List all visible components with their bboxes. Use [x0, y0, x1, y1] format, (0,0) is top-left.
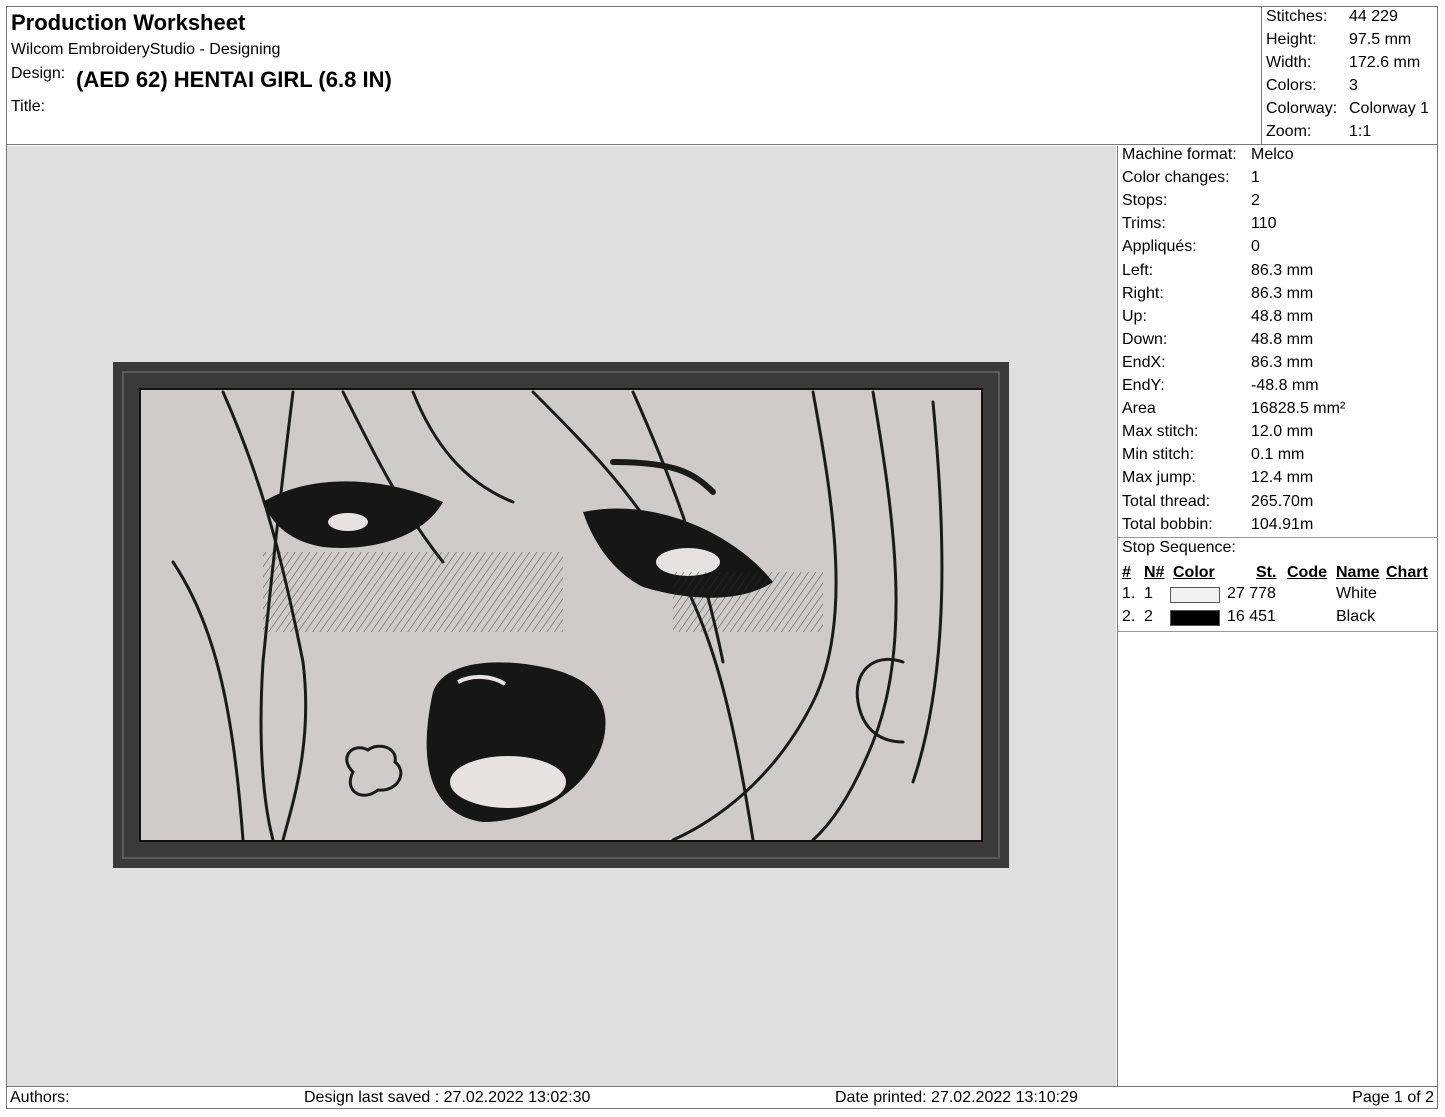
col-header-num: #: [1122, 564, 1131, 581]
detail-label: Up:: [1122, 307, 1147, 325]
stop-row-num: 2.: [1122, 608, 1136, 625]
detail-label: Total thread:: [1122, 492, 1211, 510]
detail-value: -48.8 mm: [1251, 377, 1319, 394]
detail-value: 0: [1251, 238, 1260, 256]
stat-label: Colors:: [1266, 77, 1317, 94]
page-number: Page 1 of 2: [1352, 1089, 1434, 1106]
stop-row-stitches: 16 451: [1227, 608, 1276, 625]
stop-row-name: Black: [1336, 608, 1376, 625]
detail-value: Melco: [1251, 146, 1294, 163]
stat-label: Width:: [1266, 54, 1312, 71]
breath-puff: [345, 744, 403, 797]
color-swatch-black: [1170, 610, 1220, 626]
detail-value: 86.3 mm: [1251, 284, 1314, 302]
design-last-saved: Design last saved : 27.02.2022 13:02:30: [304, 1089, 591, 1106]
stat-label: Zoom:: [1266, 123, 1312, 140]
detail-value: 12.0 mm: [1251, 423, 1314, 441]
stop-sequence-label: Stop Sequence:: [1122, 539, 1236, 556]
col-header-name: Name: [1336, 564, 1380, 581]
detail-label: Appliqués:: [1122, 238, 1197, 256]
date-printed: Date printed: 27.02.2022 13:10:29: [835, 1089, 1078, 1106]
stop-row-name: White: [1336, 585, 1377, 602]
col-header-code: Code: [1287, 564, 1327, 581]
detail-label: EndX:: [1122, 353, 1166, 371]
section-divider: [1118, 631, 1438, 632]
right-eye-highlight: [656, 548, 720, 576]
stat-value: Colorway 1: [1349, 100, 1430, 117]
detail-label: Max jump:: [1122, 469, 1196, 487]
stat-label: Height:: [1266, 31, 1317, 48]
software-name: Wilcom EmbroideryStudio - Designing: [11, 41, 281, 58]
detail-label: Total bobbin:: [1122, 515, 1213, 533]
section-divider: [1118, 537, 1438, 538]
design-name: (AED 62) HENTAI GIRL (6.8 IN): [76, 67, 392, 92]
detail-label: Down:: [1122, 330, 1168, 348]
col-header-needle: N#: [1144, 564, 1165, 581]
detail-value: 16828.5 mm²: [1251, 400, 1346, 418]
title-label: Title:: [11, 98, 46, 115]
detail-value: 265.70m: [1251, 492, 1314, 510]
detail-label: Machine format:: [1122, 146, 1237, 163]
detail-label: Left:: [1122, 261, 1154, 279]
stop-row-stitches: 27 778: [1227, 585, 1276, 602]
worksheet-footer: Authors: Design last saved : 27.02.2022 …: [6, 1086, 1438, 1109]
detail-value: 86.3 mm: [1251, 261, 1314, 279]
detail-label: Stops:: [1122, 192, 1168, 210]
detail-label: EndY:: [1122, 377, 1165, 394]
stat-value: 44 229: [1349, 8, 1398, 25]
detail-label: Min stitch:: [1122, 446, 1195, 464]
right-blush: [673, 572, 823, 632]
detail-value: 110: [1251, 215, 1277, 233]
detail-value: 48.8 mm: [1251, 330, 1314, 348]
detail-value: 86.3 mm: [1251, 353, 1314, 371]
col-header-color: Color: [1173, 564, 1215, 581]
summary-stats: Stitches: 44 229 Height: 97.5 mm Width: …: [1262, 6, 1438, 145]
detail-label: Max stitch:: [1122, 423, 1199, 441]
embroidery-design-preview: [113, 362, 1009, 868]
color-swatch-white: [1170, 587, 1220, 603]
detail-value: 48.8 mm: [1251, 307, 1314, 325]
stat-value: 1:1: [1349, 123, 1372, 140]
detail-value: 1: [1251, 169, 1260, 187]
stat-value: 3: [1349, 77, 1358, 94]
col-header-chart: Chart: [1386, 564, 1428, 581]
left-eye-highlight: [328, 513, 368, 531]
stat-value: 172.6 mm: [1349, 54, 1421, 71]
details-panel: Machine format: Melco Color changes: 1 Stops…: [1117, 146, 1438, 1086]
design-label: Design:: [11, 65, 66, 82]
authors-label: Authors:: [10, 1089, 70, 1106]
col-header-stitches: St.: [1256, 564, 1277, 581]
stop-row-num: 1.: [1122, 585, 1136, 602]
worksheet-header: Production Worksheet Wilcom EmbroiderySt…: [6, 6, 1262, 145]
stat-value: 97.5 mm: [1349, 31, 1412, 48]
page-title: Production Worksheet: [11, 10, 246, 35]
left-blush: [263, 552, 563, 632]
stat-label: Stitches:: [1266, 8, 1328, 25]
detail-value: 12.4 mm: [1251, 469, 1314, 487]
detail-label: Trims:: [1122, 215, 1166, 233]
stat-label: Colorway:: [1266, 100, 1338, 117]
detail-label: Right:: [1122, 284, 1164, 302]
stop-row-needle: 1: [1144, 585, 1153, 602]
detail-value: 0.1 mm: [1251, 446, 1305, 464]
detail-label: Color changes:: [1122, 169, 1230, 187]
detail-value: 104.91m: [1251, 515, 1314, 533]
detail-label: Area: [1122, 400, 1156, 418]
stop-row-needle: 2: [1144, 608, 1153, 625]
detail-value: 2: [1251, 192, 1260, 210]
tongue: [450, 756, 566, 808]
